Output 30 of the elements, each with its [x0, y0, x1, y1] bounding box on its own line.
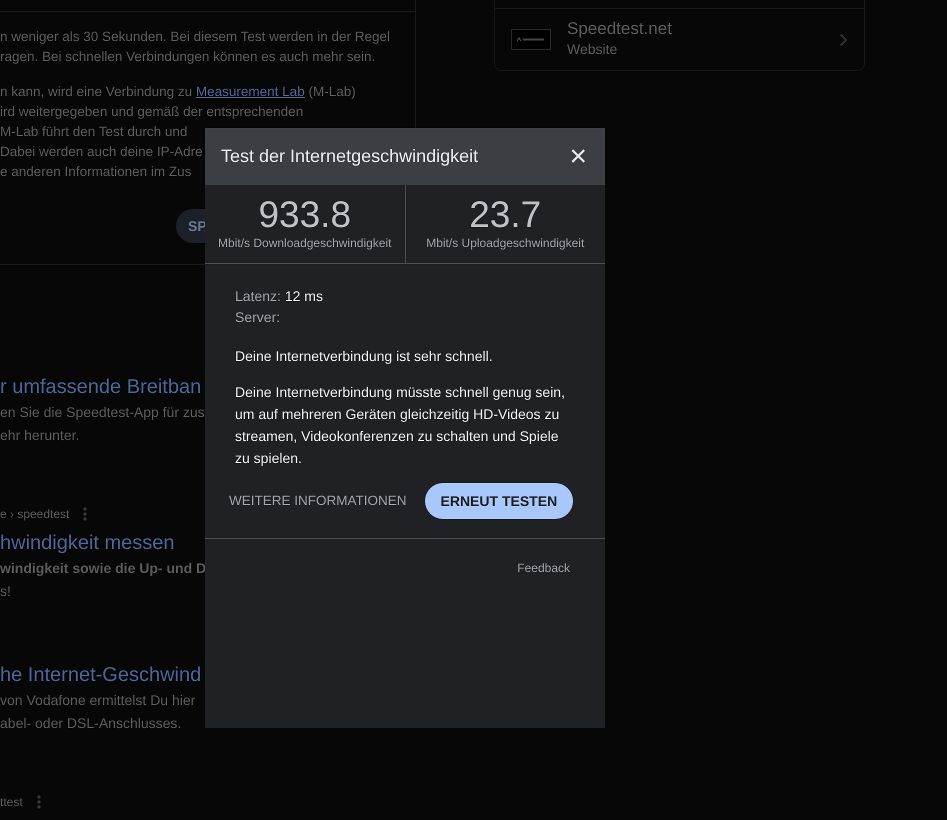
site-subtitle: Website	[567, 40, 618, 59]
snippet-line: ehr herunter.	[0, 427, 80, 443]
result-url: e › speedtest	[0, 506, 70, 523]
chevron-right-icon	[839, 32, 848, 46]
snippet-line: en Sie die Speedtest-App für zus	[0, 404, 205, 420]
result-url: ttest	[0, 794, 23, 811]
speed-value: 23.7	[468, 196, 542, 234]
detail-label: Server:	[235, 309, 280, 325]
result-message: Deine Internetverbindung ist sehr schnell.	[235, 347, 494, 366]
speed-label: Mbit/s Uploadgeschwindigkeit	[425, 235, 586, 252]
speed-value: 933.8	[257, 196, 352, 234]
detail-label: Latenz:	[235, 288, 281, 304]
more-info-button[interactable]: WEITERE INFORMATIONEN	[229, 490, 406, 512]
measurement-link[interactable]: Measurement Lab	[196, 84, 305, 99]
speed-label: Mbit/s Downloadgeschwindigkeit	[217, 235, 392, 252]
snippet-line: abel- oder DSL-Anschlusses.	[0, 715, 182, 731]
site-title: Speedtest.net	[567, 19, 673, 39]
snippet-line: windigkeit sowie die Up- und D	[0, 560, 206, 576]
feedback-link[interactable]: Feedback	[517, 561, 570, 575]
snippet-line: s!	[0, 583, 11, 599]
retest-button[interactable]: ERNEUT TESTEN	[424, 483, 574, 519]
detail-value: 12 ms	[284, 288, 323, 304]
more-options-icon[interactable]	[83, 507, 88, 521]
paragraph: n weniger als 30 Sekunden. Bei diesem Test werden in der Regel ragen. Bei schnellen Verbindungen können es auch mehr sein.	[0, 28, 391, 66]
more-options-icon[interactable]	[36, 795, 41, 809]
snippet-line: von Vodafone ermittelst Du hier	[0, 692, 196, 708]
dialog-title: Test der Internetgeschwindigkeit	[221, 145, 478, 168]
result-message: Deine Internetverbindung müsste schnell genug sein, um auf mehreren Geräten gleichzeitig HD-Videos zu streamen, Videokonferenzen zu schalten und Spiele zu spielen.	[235, 383, 566, 468]
logo-icon	[511, 29, 551, 50]
close-button[interactable]: ×	[567, 142, 589, 172]
